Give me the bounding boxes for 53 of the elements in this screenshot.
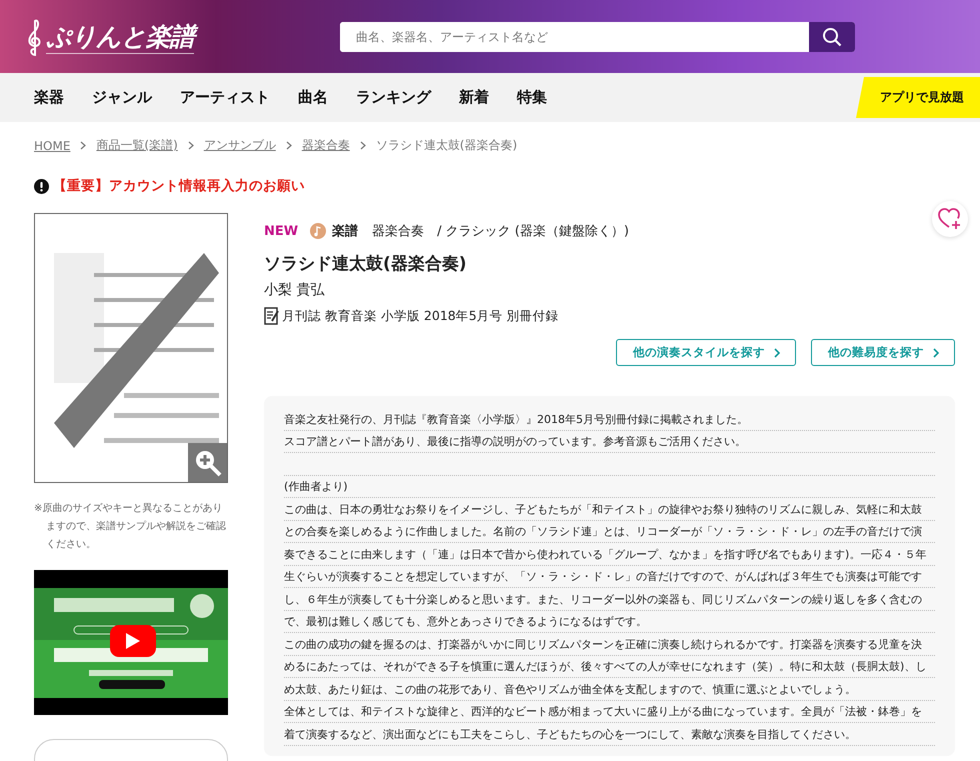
music-note-icon [310, 223, 326, 239]
breadcrumb-link[interactable]: HOME [34, 138, 70, 152]
app-banner[interactable]: アプリで見放題 [856, 77, 980, 118]
nav-item[interactable]: 楽器 [34, 88, 64, 107]
nav-item[interactable]: アーティスト [180, 88, 270, 107]
chevron-right-icon [932, 348, 940, 358]
play-icon [126, 633, 140, 649]
breadcrumb-link[interactable]: アンサンブル [204, 137, 276, 154]
description-line: この曲の成功の鍵を握るのは、打楽器がいかに同じリズムパターンを正確に演奏し続けられるかです。打楽器を演奏する児童を決 [284, 636, 922, 652]
alert-icon [34, 178, 49, 194]
description-line: で、最初は難しく感じても、意外とあっさりできるようになるはずです。 [284, 614, 647, 629]
search-icon [822, 26, 842, 46]
chevron-right-icon [188, 141, 194, 150]
breadcrumb-current: ソラシド連太鼓(器楽合奏) [376, 137, 518, 154]
nav-item[interactable]: 新着 [459, 88, 489, 107]
description-line: (作曲者より) [284, 479, 348, 494]
search-field[interactable]: 曲名、楽器名、アーティスト名など [340, 22, 855, 52]
description-line: 着て演奏するなど、演出面などにも工夫をこらし、子どもたちの心を一つにして、素敵な演奏を目指してください。 [284, 726, 856, 742]
play-button[interactable] [110, 625, 156, 657]
description-line: 全体としては、和テイストな旋律と、西洋的なビート感が相まって大いに盛り上がる曲になっています。全員が「法被・鉢巻」を [284, 704, 922, 719]
description-line: し、６年生が演奏しても十分楽しめると思います。また、リコーダー以外の楽器も、同じリズムパターンの繰り返しを多く含むの [284, 592, 922, 606]
category-text: 器楽合奏 / クラシック (器楽（鍵盤除く）) [372, 223, 629, 240]
nav-item[interactable]: ランキング [356, 88, 431, 107]
breadcrumb-link[interactable]: 器楽合奏 [302, 137, 350, 154]
search-button[interactable] [809, 22, 855, 52]
chevron-right-icon [80, 141, 86, 150]
description-line: 音楽之友社発行の、月刊誌『教育音楽〈小学版〉』2018年5月号別冊付録に掲載されました。 [284, 412, 748, 426]
description-line: めるにあたっては、それができる子を慎重に選んだほうが、後々すべての人が幸せになれます（笑）。特に和太鼓（長胴太鼓)、し [284, 659, 926, 674]
note-text: ※原曲のサイズやキーと異なることがありますので、楽譜サンプルや解説をご確認ください。 [34, 502, 227, 552]
breadcrumb-link[interactable]: 商品一覧(楽譜) [96, 137, 178, 154]
product-title: ソラシド連太鼓(器楽合奏) [264, 253, 468, 275]
description-line: 生ぐらいが演奏することを想定していますが、「ソ・ラ・シ・ド・レ」の音だけですので、がんばれば３年生でも演奏は可能です [284, 569, 922, 584]
chevron-right-icon [286, 141, 292, 150]
description-line: この曲は、日本の勇壮なお祭りをイメージし、子どもたちが「和テイスト」の旋律やお祭り独特のリズムに親しみ、気軽に和太鼓 [284, 502, 922, 516]
description-line: との合奏を楽しめるように作曲しました。名前の「ソラシド連」とは、リコーダーが「ソ・ラ・シ・ド・レ」の左手の音だけで演 [284, 524, 922, 539]
chevron-right-icon [773, 348, 781, 358]
description-line: 奏できることに由来します（「連」は日本で昔から使われている「グループ、なかま」を指す呼び名でもあります)。一応４・５年 [284, 546, 926, 562]
nav-item[interactable]: 特集 [517, 88, 547, 107]
description-line: め太鼓、あたり鉦は、この曲の花形であり、音色やリズムが曲全体を支配しますので、慎重に選ぶとよいでしょう。 [284, 682, 856, 696]
type-label: 楽譜 [332, 222, 358, 240]
chevron-right-icon [360, 141, 366, 150]
nav-item[interactable]: ジャンル [92, 88, 152, 107]
zoom-button[interactable] [188, 443, 227, 482]
description-line: スコア譜とパート譜があり、最後に指導の説明がのっています。参考音源もご活用ください。 [284, 434, 746, 449]
new-label: NEW [264, 224, 298, 238]
document-icon [264, 307, 279, 325]
notice-link[interactable]: 【重要】アカウント情報再入力のお願い [53, 177, 305, 195]
publication-text: 月刊誌 教育音楽 小学版 2018年5月号 別冊付録 [282, 308, 559, 324]
nav-item[interactable]: 曲名 [298, 88, 328, 107]
heart-plus-icon [938, 208, 962, 230]
magnifier-plus-icon [194, 448, 222, 476]
composer-name: 小梨 貴弘 [264, 281, 326, 299]
favorite-button[interactable] [932, 201, 968, 237]
